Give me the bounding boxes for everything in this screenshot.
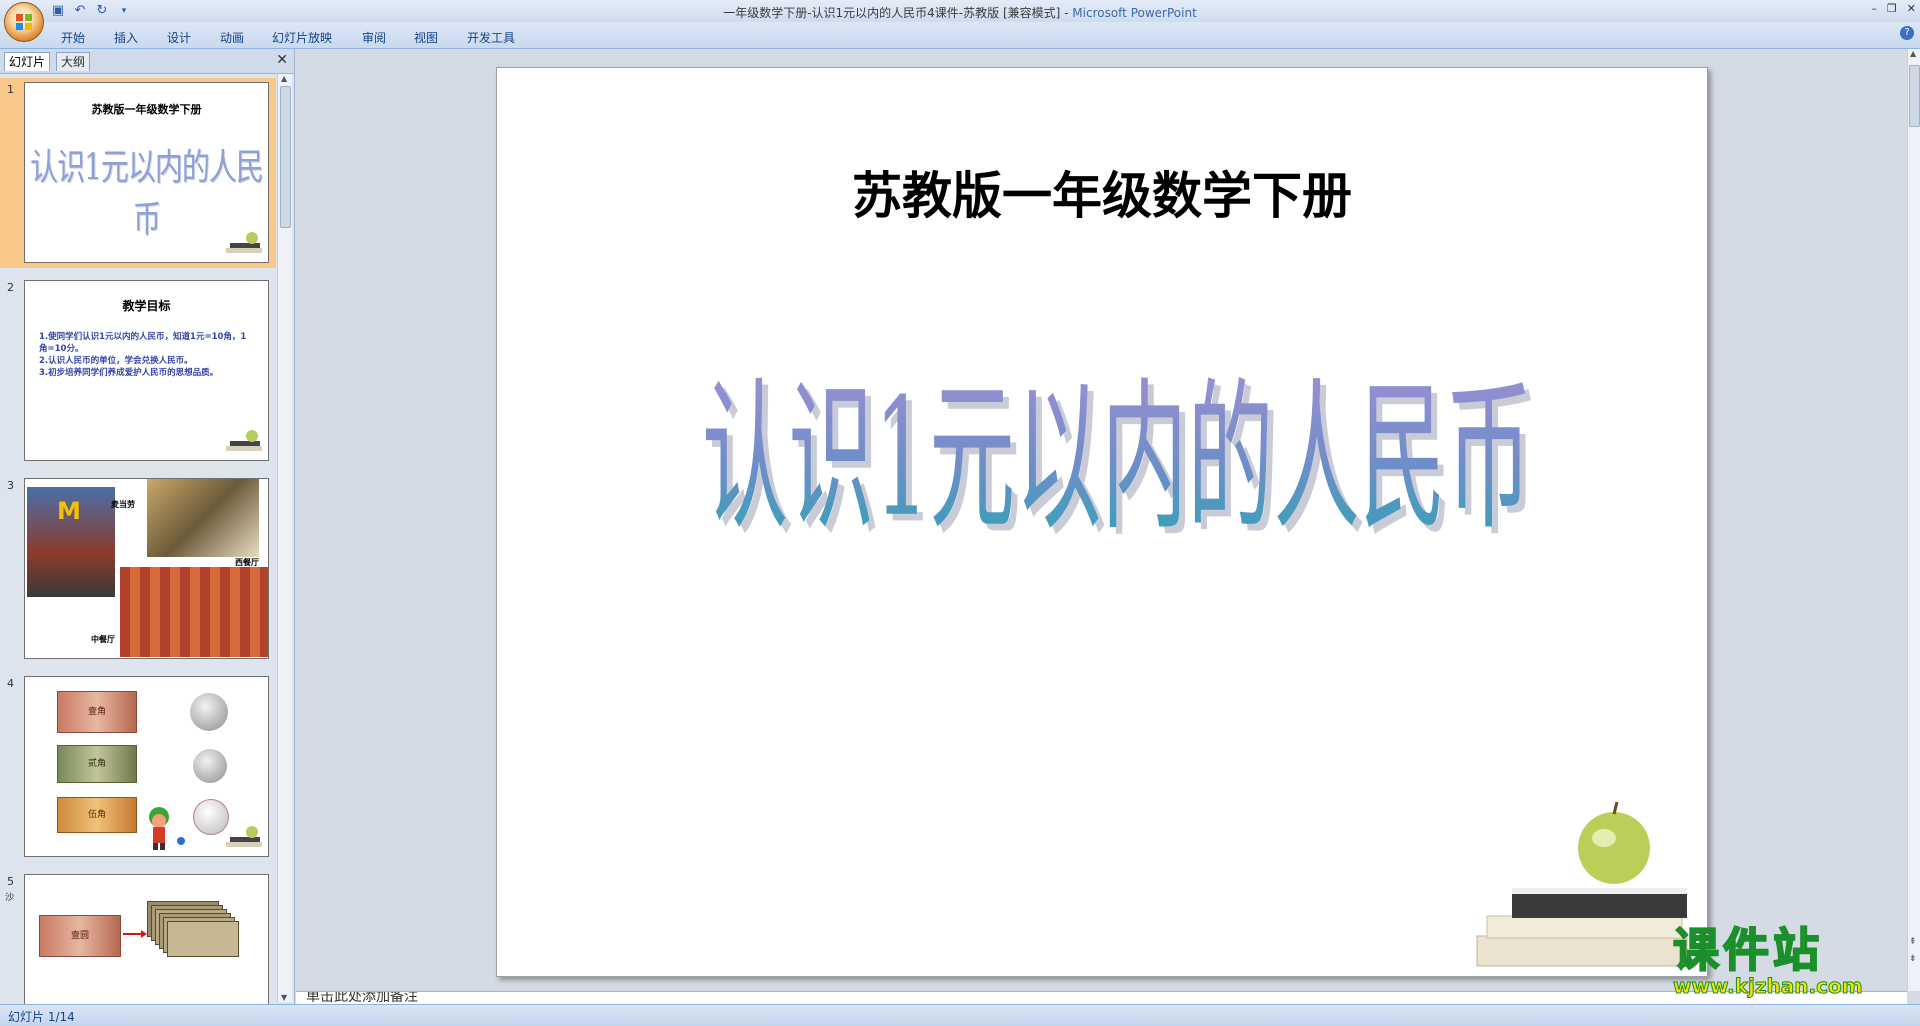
restore-icon[interactable]: ❐ xyxy=(1887,2,1897,15)
document-title: 一年级数学下册-认识1元以内的人民币4课件-苏教版 [兼容模式] - xyxy=(723,6,1073,20)
slides-pane: 幻灯片 大纲 ✕ 1 苏教版一年级数学下册 认识1元以内的人民币 2 教学目标 … xyxy=(0,49,295,1004)
window-title: 一年级数学下册-认识1元以内的人民币4课件-苏教版 [兼容模式] - Micro… xyxy=(0,4,1920,21)
banknote-5jiao: 伍角 xyxy=(57,797,137,833)
ribbon-tabs: 开始 插入 设计 动画 幻灯片放映 审阅 视图 开发工具 ? xyxy=(0,22,1920,49)
slide-number: 2 xyxy=(7,281,14,294)
slide-number: 3 xyxy=(7,479,14,492)
label-western: 西餐厅 xyxy=(235,558,259,567)
slide-wordart-title[interactable]: 认识1元以内的人民币 认识1元以内的人民币 xyxy=(677,358,1557,558)
close-window-icon[interactable]: ✕ xyxy=(1907,2,1916,15)
objective-item: 2.认识人民币的单位，学会兑换人民币。 xyxy=(39,356,193,366)
slide-preview: 壹圆 xyxy=(24,874,269,1004)
tab-animations[interactable]: 动画 xyxy=(220,29,244,46)
stack-of-banknotes xyxy=(147,901,239,971)
objective-item: 1.使同学们认识1元以内的人民币，知道1元=10角，1角=10分。 xyxy=(39,332,247,354)
slide-thumbnail-1[interactable]: 1 苏教版一年级数学下册 认识1元以内的人民币 xyxy=(0,78,276,268)
thumbnails-scrollbar[interactable]: ▲ ▼ xyxy=(277,74,292,1002)
thumb-body: 1.使同学们认识1元以内的人民币，知道1元=10角，1角=10分。 2.认识人民… xyxy=(39,331,254,379)
watermark-url: www.kjzhan.com xyxy=(1673,974,1864,998)
office-button[interactable] xyxy=(4,2,44,42)
slide-preview: M 麦当劳 西餐厅 中餐厅 xyxy=(24,478,269,659)
western-restaurant-photo xyxy=(147,479,259,557)
arrow-right-icon xyxy=(123,930,147,938)
slide-counter: 幻灯片 1/14 xyxy=(8,1010,75,1024)
window-controls: – ❐ ✕ xyxy=(1871,2,1916,15)
label-mcdonalds: 麦当劳 xyxy=(111,500,135,509)
coin-icon xyxy=(190,693,228,731)
scroll-down-icon[interactable]: ▼ xyxy=(281,993,287,1002)
close-pane-icon[interactable]: ✕ xyxy=(276,52,288,68)
watermark-text: 课件站 xyxy=(1672,923,1823,977)
slide-number: 4 xyxy=(7,677,14,690)
coin-icon xyxy=(193,749,227,783)
tab-developer[interactable]: 开发工具 xyxy=(467,29,515,46)
books-apple-decoration xyxy=(1476,801,1688,967)
slide-thumbnail-5[interactable]: 5 沙 壹圆 xyxy=(0,870,276,1004)
slide-thumbnail-2[interactable]: 2 教学目标 1.使同学们认识1元以内的人民币，知道1元=10角，1角=10分。… xyxy=(0,276,276,466)
watermark-logo: 课件站 www.kjzhan.com xyxy=(1672,923,1864,998)
tab-view[interactable]: 视图 xyxy=(414,29,438,46)
slide-subtitle[interactable]: 苏教版一年级数学下册 xyxy=(497,156,1707,228)
banknote-2jiao: 贰角 xyxy=(57,745,137,783)
chinese-restaurant-photo xyxy=(120,567,268,657)
slide-number: 5 xyxy=(7,875,14,888)
scroll-up-icon[interactable]: ▲ xyxy=(1910,49,1916,58)
thumb-heading: 教学目标 xyxy=(122,299,171,313)
tab-review[interactable]: 审阅 xyxy=(362,29,386,46)
previous-slide-icon[interactable]: ⇞ xyxy=(1909,937,1917,947)
tab-home[interactable]: 开始 xyxy=(61,29,85,46)
scrollbar-thumb[interactable] xyxy=(280,86,291,228)
thumb-subtitle: 苏教版一年级数学下册 xyxy=(91,103,202,116)
notes-placeholder[interactable]: 单击此处添加备注 xyxy=(306,992,418,1005)
tab-slideshow[interactable]: 幻灯片放映 xyxy=(272,29,332,46)
office-logo-icon xyxy=(16,14,32,30)
slide-thumbnails: 1 苏教版一年级数学下册 认识1元以内的人民币 2 教学目标 1.使同学们认识1… xyxy=(0,74,276,1004)
slide-preview: 苏教版一年级数学下册 认识1元以内的人民币 xyxy=(24,82,269,263)
banknote-1jiao: 壹角 xyxy=(57,691,137,733)
slide-preview: 教学目标 1.使同学们认识1元以内的人民币，知道1元=10角，1角=10分。 2… xyxy=(24,280,269,461)
mcdonalds-photo: M xyxy=(27,487,115,597)
main-scrollbar[interactable]: ▲ ⇞ ⇟ xyxy=(1907,49,1920,991)
next-slide-icon[interactable]: ⇟ xyxy=(1909,954,1917,964)
scrollbar-thumb[interactable] xyxy=(1909,65,1920,127)
title-bar: ▣ ↶ ↻ ▾ 一年级数学下册-认识1元以内的人民币4课件-苏教版 [兼容模式]… xyxy=(0,0,1920,23)
tab-outline[interactable]: 大纲 xyxy=(56,52,91,71)
tab-insert[interactable]: 插入 xyxy=(114,29,138,46)
cartoon-character-icon xyxy=(149,807,185,850)
current-slide[interactable]: 苏教版一年级数学下册 认识1元以内的人民币 认识1元以内的人民币 xyxy=(496,67,1708,977)
tab-slides[interactable]: 幻灯片 xyxy=(4,52,51,71)
app-name: Microsoft PowerPoint xyxy=(1072,6,1197,20)
help-icon[interactable]: ? xyxy=(1900,26,1914,40)
books-apple-icon xyxy=(226,232,262,253)
mcdonalds-logo: M xyxy=(57,497,81,525)
wordart-text: 认识1元以内的人民币 xyxy=(702,364,1532,553)
minimize-icon[interactable]: – xyxy=(1871,2,1877,15)
slide-number: 1 xyxy=(7,83,14,96)
slide-thumbnail-4[interactable]: 4 壹角 贰角 伍角 xyxy=(0,672,276,862)
scroll-up-icon[interactable]: ▲ xyxy=(281,74,287,83)
notes-pane[interactable]: 单击此处添加备注 xyxy=(296,991,1907,1005)
books-apple-icon xyxy=(226,430,262,451)
label-chinese: 中餐厅 xyxy=(91,635,115,644)
status-bar: 幻灯片 1/14 xyxy=(0,1004,1920,1026)
pane-tabs: 幻灯片 大纲 ✕ xyxy=(0,49,294,74)
objective-item: 3.初步培养同学们养成爱护人民币的思想品质。 xyxy=(39,368,219,378)
banknote-1yuan: 壹圆 xyxy=(39,915,121,957)
books-apple-icon xyxy=(226,826,262,847)
thumb-title: 认识1元以内的人民币 xyxy=(30,145,264,241)
slide-preview: 壹角 贰角 伍角 xyxy=(24,676,269,857)
slide-thumbnail-3[interactable]: 3 M 麦当劳 西餐厅 中餐厅 xyxy=(0,474,276,664)
animation-marker: 沙 xyxy=(5,893,15,903)
tab-design[interactable]: 设计 xyxy=(167,29,191,46)
